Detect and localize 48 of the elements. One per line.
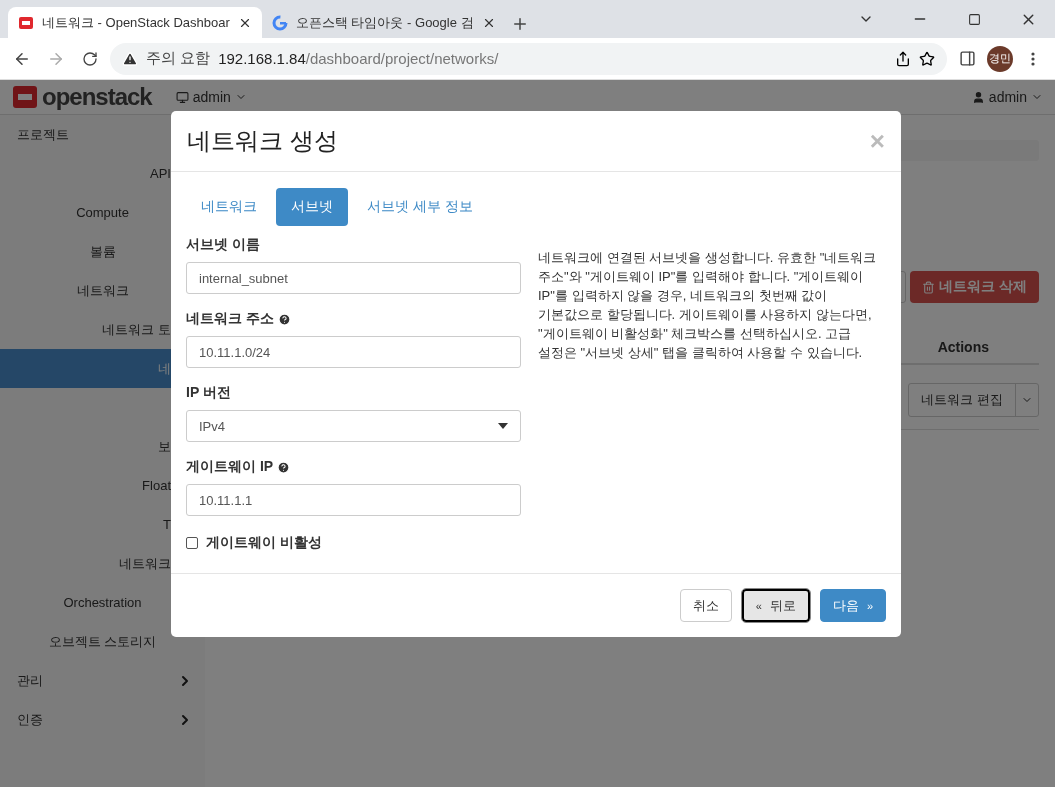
dialog-title: 네트워크 생성 (187, 126, 338, 156)
help-icon[interactable] (277, 460, 291, 474)
project-dropdown[interactable]: admin (175, 89, 247, 105)
browser-tab[interactable]: 오픈스택 타임아웃 - Google 검 (261, 7, 506, 38)
caret-icon (498, 423, 508, 429)
user-dropdown[interactable]: admin (971, 89, 1043, 105)
next-button[interactable]: 다음 » (819, 589, 886, 622)
wizard-tab[interactable]: 서브넷 (276, 188, 348, 226)
profile-avatar[interactable]: 경민 (987, 45, 1013, 72)
monitor-icon (175, 90, 189, 104)
sidebar-item[interactable]: 인증 (0, 700, 205, 739)
security-label: 주의 요함 (146, 49, 211, 68)
help-text: 네트워크에 연결된 서브넷을 생성합니다. 유효한 "네트워크 주소"와 "게이트웨이 IP"를 입력해야 합니다. "게이트웨이 IP"를 입력하지 않을 경우, 네트워크의 첫번째 값이 기본값으로 할당됩니다. 게이트웨이를 사용하지 않는다면, "게이트웨이 비활성화" 체크박스를 선택하십시오. 고급 설정은 "서브넷 상세" 탭을 클릭하여 사용할 수 있습니다. (538, 249, 878, 362)
input-field[interactable]: 10.11.1.0/24 (186, 336, 521, 368)
share-icon[interactable] (895, 50, 911, 67)
browser-tab[interactable]: 네트워크 - OpenStack Dashboar (8, 7, 262, 38)
field-label: 서브넷 이름 (186, 236, 260, 254)
sidebar-item[interactable]: 관리 (0, 661, 205, 700)
trash-icon (922, 280, 936, 294)
url-text: 192.168.1.84/dashboard/project/networks/ (218, 50, 499, 67)
back-button[interactable]: « 뒤로 (741, 589, 810, 622)
side-panel-icon (958, 50, 976, 67)
address-bar[interactable]: 주의 요함 192.168.1.84/dashboard/project/networks/ (110, 42, 947, 75)
field-label: 게이트웨이 IP (186, 458, 274, 476)
star-icon[interactable] (919, 50, 935, 67)
google-icon (271, 14, 288, 31)
user-icon (971, 90, 985, 104)
logo-text: openstack (42, 83, 152, 111)
field-label: 네트워크 주소 (186, 310, 274, 328)
cancel-button[interactable]: 취소 (679, 589, 732, 622)
reload-icon (82, 50, 98, 67)
edit-network-split-button[interactable]: 네트워크 편집 (908, 383, 1039, 417)
maximize-icon[interactable] (967, 12, 981, 26)
wizard-tab[interactable]: 네트워크 (186, 188, 272, 226)
delete-network-button[interactable]: 네트워크 삭제 (910, 271, 1039, 303)
warning-icon (122, 50, 138, 67)
help-icon[interactable] (277, 312, 291, 326)
wizard-tab[interactable]: 서브넷 세부 정보 (352, 188, 488, 226)
column-header: Actions (937, 339, 989, 355)
openstack-icon (18, 14, 34, 31)
checkbox-label: 게이트웨이 비활성 (206, 534, 322, 552)
select-field[interactable]: IPv4 (186, 410, 521, 442)
sidebar-item[interactable]: 오브젝트 스토리지 (0, 622, 205, 661)
input-field[interactable]: internal_subnet (186, 262, 521, 294)
checkbox[interactable] (186, 537, 198, 549)
menu-icon (1031, 51, 1035, 66)
openstack-logo-icon (12, 85, 38, 109)
input-field[interactable]: 10.11.1.1 (186, 484, 521, 516)
